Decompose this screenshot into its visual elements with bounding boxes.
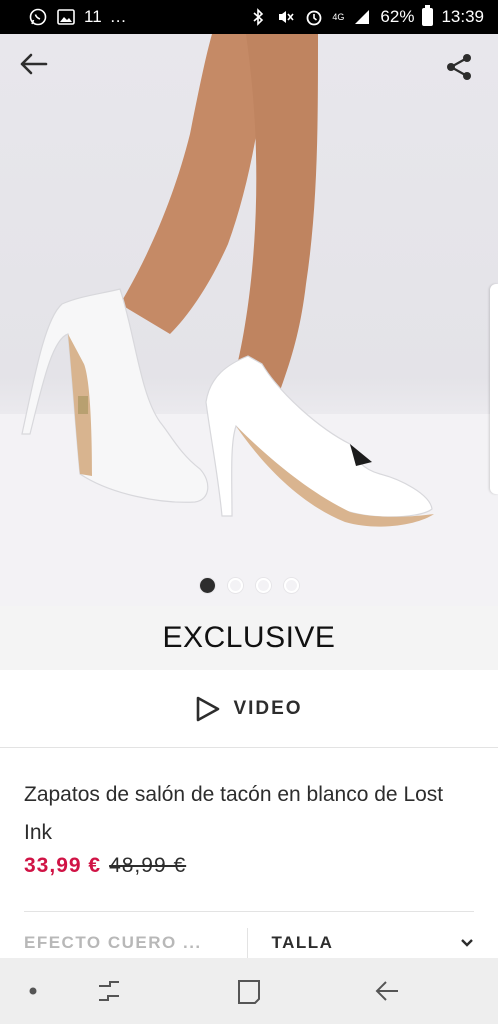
bluetooth-icon xyxy=(248,7,268,27)
clock: 13:39 xyxy=(441,7,484,26)
divider xyxy=(24,911,474,912)
video-button[interactable]: VIDEO xyxy=(0,670,498,748)
chevron-down-icon xyxy=(461,939,473,947)
mute-icon xyxy=(276,7,296,27)
share-icon xyxy=(447,54,471,80)
recents-icon xyxy=(99,981,119,1001)
share-button[interactable] xyxy=(444,52,484,92)
dot-icon xyxy=(29,987,37,995)
product-photo xyxy=(0,34,498,606)
home-button[interactable] xyxy=(224,958,274,1024)
back-nav-button[interactable] xyxy=(362,958,412,1024)
pager-dot[interactable] xyxy=(199,578,215,593)
size-select-label: TALLA xyxy=(271,933,334,952)
system-navigation-bar xyxy=(0,958,498,1024)
whatsapp-icon xyxy=(28,7,48,27)
edge-panel-handle[interactable] xyxy=(490,284,498,494)
gallery-icon xyxy=(56,7,76,27)
arrow-left-icon xyxy=(20,53,48,75)
status-bar: 11 … 4G 62% 13:39 xyxy=(0,0,498,34)
signal-icon xyxy=(352,7,372,27)
status-right: 4G 62% 13:39 xyxy=(248,5,484,27)
back-button[interactable] xyxy=(18,52,58,92)
image-pager[interactable] xyxy=(0,578,498,593)
exclusive-badge: EXCLUSIVE xyxy=(0,606,498,670)
nav-dot-button[interactable] xyxy=(8,958,58,1024)
video-label: VIDEO xyxy=(233,697,303,719)
notification-count: 11 xyxy=(84,7,102,26)
pager-dot[interactable] xyxy=(283,578,299,593)
colour-select-label: EFECTO CUERO ... xyxy=(24,933,202,952)
alarm-icon xyxy=(304,7,324,27)
pager-dot[interactable] xyxy=(255,578,271,593)
product-image-gallery[interactable] xyxy=(0,34,498,606)
status-left: 11 … xyxy=(28,7,127,27)
price-block: 33,99 € 48,99 € xyxy=(24,854,186,878)
current-price: 33,99 € xyxy=(24,854,102,877)
battery-icon xyxy=(422,5,434,26)
nav-back-icon xyxy=(375,981,398,1001)
play-icon xyxy=(197,696,220,721)
product-title: Zapatos de salón de tacón en blanco de L… xyxy=(24,783,444,844)
status-ellipsis: … xyxy=(109,7,127,26)
original-price: 48,99 € xyxy=(109,854,187,877)
recent-apps-button[interactable] xyxy=(84,958,134,1024)
option-selectors: EFECTO CUERO ... TALLA xyxy=(24,928,474,958)
home-icon xyxy=(238,980,260,1004)
battery-percent: 62% xyxy=(380,7,415,26)
size-select[interactable]: TALLA xyxy=(248,928,475,958)
colour-select[interactable]: EFECTO CUERO ... xyxy=(24,928,248,958)
network-type: 4G xyxy=(332,11,345,22)
pager-dot[interactable] xyxy=(227,578,243,593)
